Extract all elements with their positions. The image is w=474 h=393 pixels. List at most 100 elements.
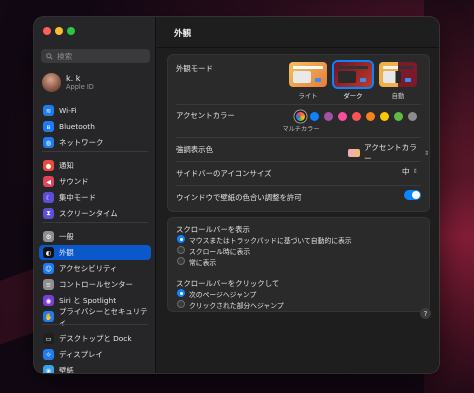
sidebar-item-display[interactable]: ☼ ディスプレイ: [39, 347, 151, 362]
sidebar-item-dock[interactable]: ▭ デスクトップと Dock: [39, 331, 151, 346]
wallpaper-tint-label: ウインドウで壁紙の色合い調整を許可: [176, 193, 302, 202]
appearance-icon: ◐: [43, 247, 54, 258]
close-button[interactable]: [43, 27, 51, 35]
accent-caption: マルチカラー: [282, 126, 320, 133]
sidebar-item-label: アクセシビリティ: [59, 264, 118, 273]
accent-color-swatch[interactable]: [338, 112, 347, 121]
mode-auto-thumb[interactable]: [379, 62, 417, 87]
accent-color-swatch[interactable]: [380, 112, 389, 121]
speaker-icon: ◀: [43, 176, 54, 187]
radio-clicked-spot[interactable]: [177, 300, 185, 308]
sidebar-item-control-center[interactable]: ≡ コントロールセンター: [39, 277, 151, 292]
dock-icon: ▭: [43, 333, 54, 344]
bell-icon: ●: [43, 160, 54, 171]
highlight-color-label: 強調表示色: [176, 145, 213, 154]
accent-color-swatch[interactable]: [324, 112, 333, 121]
wallpaper-icon: ❀: [43, 365, 54, 373]
sidebar-item-label: デスクトップと Dock: [59, 334, 132, 343]
click-scrollbar-label: スクロールバーをクリックして: [176, 279, 280, 288]
sidebar-item-label: 集中モード: [59, 193, 96, 202]
sidebar-item-label: ディスプレイ: [59, 350, 103, 359]
accent-color-label: アクセントカラー: [176, 111, 235, 120]
show-scrollbars-label: スクロールバーを表示: [176, 225, 250, 234]
accent-color-swatch[interactable]: [296, 112, 305, 121]
sidebar-item-wifi[interactable]: ≋ Wi-Fi: [39, 103, 151, 118]
moon-icon: ☾: [43, 192, 54, 203]
appearance-mode-label: 外観モード: [176, 64, 213, 73]
wallpaper-tint-toggle[interactable]: [404, 190, 421, 200]
sidebar-separator: [42, 151, 148, 152]
apple-id-profile[interactable]: k. k Apple ID: [42, 73, 94, 92]
chevron-updown-icon: ⇕: [412, 168, 418, 175]
sidebar-item-label: スクリーンタイム: [59, 209, 118, 218]
profile-subtitle: Apple ID: [66, 83, 94, 91]
globe-icon: ◍: [43, 137, 54, 148]
sidebar-item-wallpaper[interactable]: ❀ 壁紙: [39, 363, 151, 373]
accent-color-swatch[interactable]: [352, 112, 361, 121]
sidebar-item-bell[interactable]: ● 通知: [39, 158, 151, 173]
display-icon: ☼: [43, 349, 54, 360]
radio-auto[interactable]: [177, 235, 185, 243]
page-title: 外観: [174, 29, 192, 39]
highlight-swatch: [348, 149, 361, 157]
radio-always[interactable]: [177, 257, 185, 265]
sidebar-item-hand[interactable]: ✋ プライバシーとセキュリティ: [39, 307, 151, 327]
radio-when-scrolling-label: スクロール時に表示: [189, 248, 251, 256]
wifi-icon: ≋: [43, 105, 54, 116]
settings-window: 検索 k. k Apple ID ≋ Wi-Fi ʙ Bluetooth ◍ ネットワーク…: [34, 17, 439, 373]
sidebar-item-label: ネットワーク: [59, 138, 104, 147]
sidebar-item-label: 一般: [59, 232, 74, 241]
hourglass-icon: ⧗: [43, 208, 54, 219]
sidebar-item-label: 壁紙: [59, 366, 74, 373]
radio-next-page[interactable]: [177, 289, 185, 297]
bluetooth-icon: ʙ: [43, 121, 54, 132]
accent-color-swatch[interactable]: [310, 112, 319, 121]
sidebar-item-label: サウンド: [59, 177, 89, 186]
sidebar-item-label: Siri と Spotlight: [59, 296, 117, 305]
help-button[interactable]: ?: [420, 308, 431, 319]
zoom-button[interactable]: [67, 27, 75, 35]
chevron-updown-icon: ⇕: [423, 149, 429, 157]
mode-dark-thumb[interactable]: [334, 62, 372, 87]
search-icon: [46, 52, 53, 60]
sidebar-item-speaker[interactable]: ◀ サウンド: [39, 174, 151, 189]
siri-icon: ◉: [43, 295, 54, 306]
accent-color-swatch[interactable]: [366, 112, 375, 121]
hand-icon: ✋: [43, 311, 54, 322]
control-center-icon: ≡: [43, 279, 54, 290]
sidebar-icon-size-label: サイドバーのアイコンサイズ: [176, 169, 272, 178]
sidebar: 検索 k. k Apple ID ≋ Wi-Fi ʙ Bluetooth ◍ ネットワーク…: [34, 17, 156, 373]
sidebar-item-label: 外観: [59, 248, 74, 257]
sidebar-item-accessibility[interactable]: ☺ アクセシビリティ: [39, 261, 151, 276]
sidebar-item-hourglass[interactable]: ⧗ スクリーンタイム: [39, 206, 151, 221]
minimize-button[interactable]: [55, 27, 63, 35]
sidebar-item-bluetooth[interactable]: ʙ Bluetooth: [39, 119, 151, 134]
sidebar-item-moon[interactable]: ☾ 集中モード: [39, 190, 151, 205]
appearance-pane: 外観 外観モード ライト ダーク 自動 アクセントカラー マルチカラー 強調表示…: [157, 17, 439, 373]
search-input[interactable]: 検索: [41, 49, 150, 63]
radio-clicked-spot-label: クリックされた部分へジャンプ: [189, 302, 284, 310]
accent-color-swatch[interactable]: [408, 112, 417, 121]
sidebar-item-appearance[interactable]: ◐ 外観: [39, 245, 151, 260]
sidebar-item-gear[interactable]: ⚙ 一般: [39, 229, 151, 244]
sidebar-item-globe[interactable]: ◍ ネットワーク: [39, 135, 151, 150]
sidebar-separator: [42, 324, 148, 325]
radio-when-scrolling[interactable]: [177, 246, 185, 254]
sidebar-item-label: コントロールセンター: [59, 280, 133, 289]
scrollbar-settings-card: スクロールバーを表示 マウスまたはトラックパッドに基づいて自動的に表示 スクロー…: [167, 217, 430, 312]
sidebar-item-label: Wi-Fi: [59, 106, 77, 115]
mode-auto-label: 自動: [391, 92, 405, 100]
sidebar-icon-size-popup[interactable]: 中 ⇕: [402, 166, 418, 177]
radio-auto-label: マウスまたはトラックパッドに基づいて自動的に表示: [189, 237, 352, 245]
sidebar-item-label: 通知: [59, 161, 74, 170]
accent-color-swatch[interactable]: [394, 112, 403, 121]
gear-icon: ⚙: [43, 231, 54, 242]
sidebar-icon-size-value: 中: [402, 167, 410, 176]
avatar: [42, 73, 61, 92]
mode-light-thumb[interactable]: [289, 62, 327, 87]
search-placeholder: 検索: [57, 51, 73, 61]
accessibility-icon: ☺: [43, 263, 54, 274]
sidebar-separator: [42, 222, 148, 223]
mode-dark-label: ダーク: [343, 92, 363, 100]
profile-name: k. k: [66, 74, 81, 83]
